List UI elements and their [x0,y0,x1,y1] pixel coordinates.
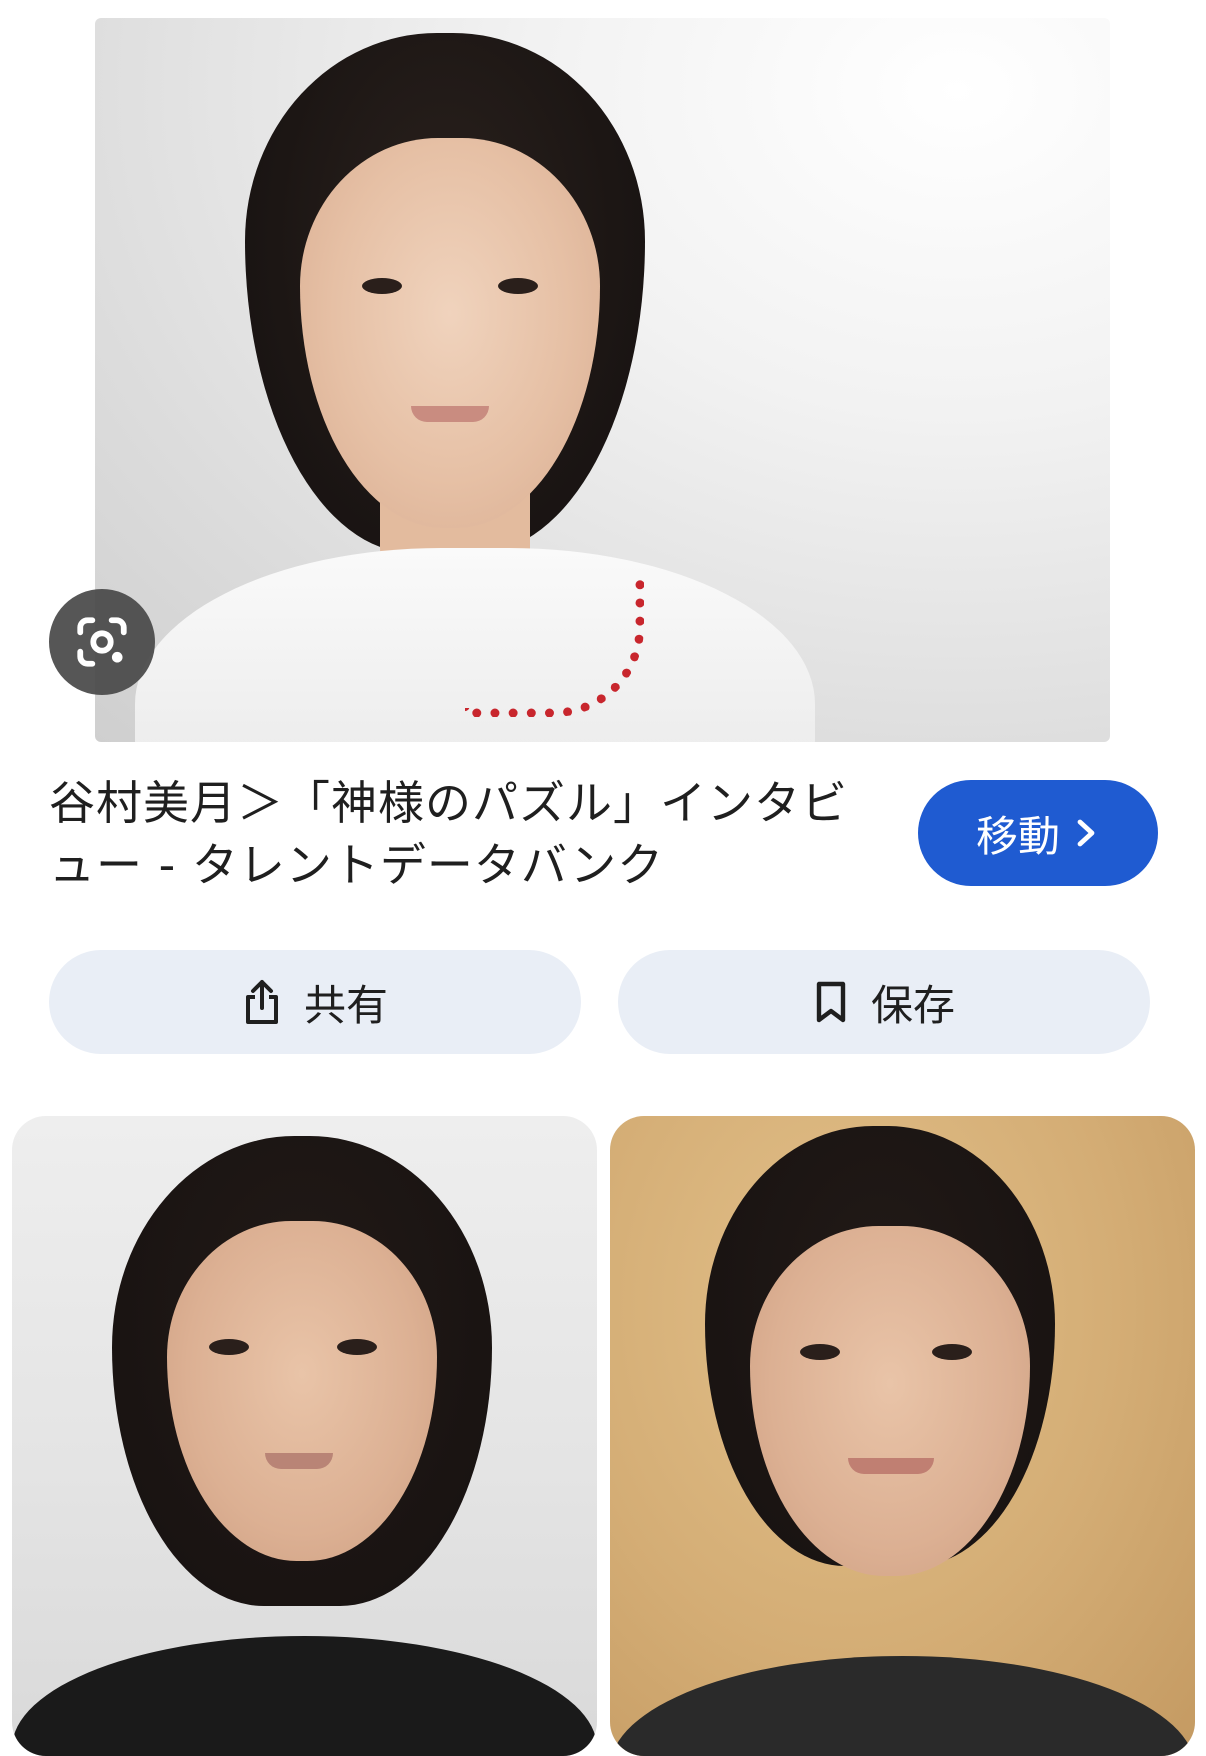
save-button[interactable]: 保存 [618,950,1150,1054]
google-lens-icon [77,617,127,667]
save-button-label: 保存 [870,980,955,1030]
thumbnail-eye [209,1339,249,1355]
thumbnail-eye [932,1344,972,1360]
chevron-right-icon [1077,819,1095,847]
main-image[interactable] [95,18,1110,742]
thumbnail-body [12,1636,597,1756]
result-title-line2: ュー - タレントデータバンク [49,838,665,892]
related-image-thumbnail[interactable] [12,1116,597,1756]
bookmark-icon [816,981,846,1023]
visit-button-label: 移動 [975,811,1060,861]
share-button-label: 共有 [303,980,388,1030]
portrait-eye [362,278,402,294]
share-icon [245,980,278,1024]
related-image-thumbnail[interactable] [610,1116,1195,1756]
portrait-eye [498,278,538,294]
thumbnail-mouth [265,1453,333,1469]
thumbnail-eye [337,1339,377,1355]
thumbnail-body [610,1656,1195,1756]
result-title[interactable]: 谷村美月＞「神様のパズル」インタビ ュー - タレントデータバンク [49,772,879,896]
visit-button[interactable]: 移動 [918,780,1158,886]
result-title-line1: 谷村美月＞「神様のパズル」インタビ [49,776,848,830]
google-lens-button[interactable] [49,589,155,695]
thumbnail-eye [800,1344,840,1360]
thumbnail-mouth [848,1458,934,1474]
portrait-mouth [411,406,489,422]
share-button[interactable]: 共有 [49,950,581,1054]
